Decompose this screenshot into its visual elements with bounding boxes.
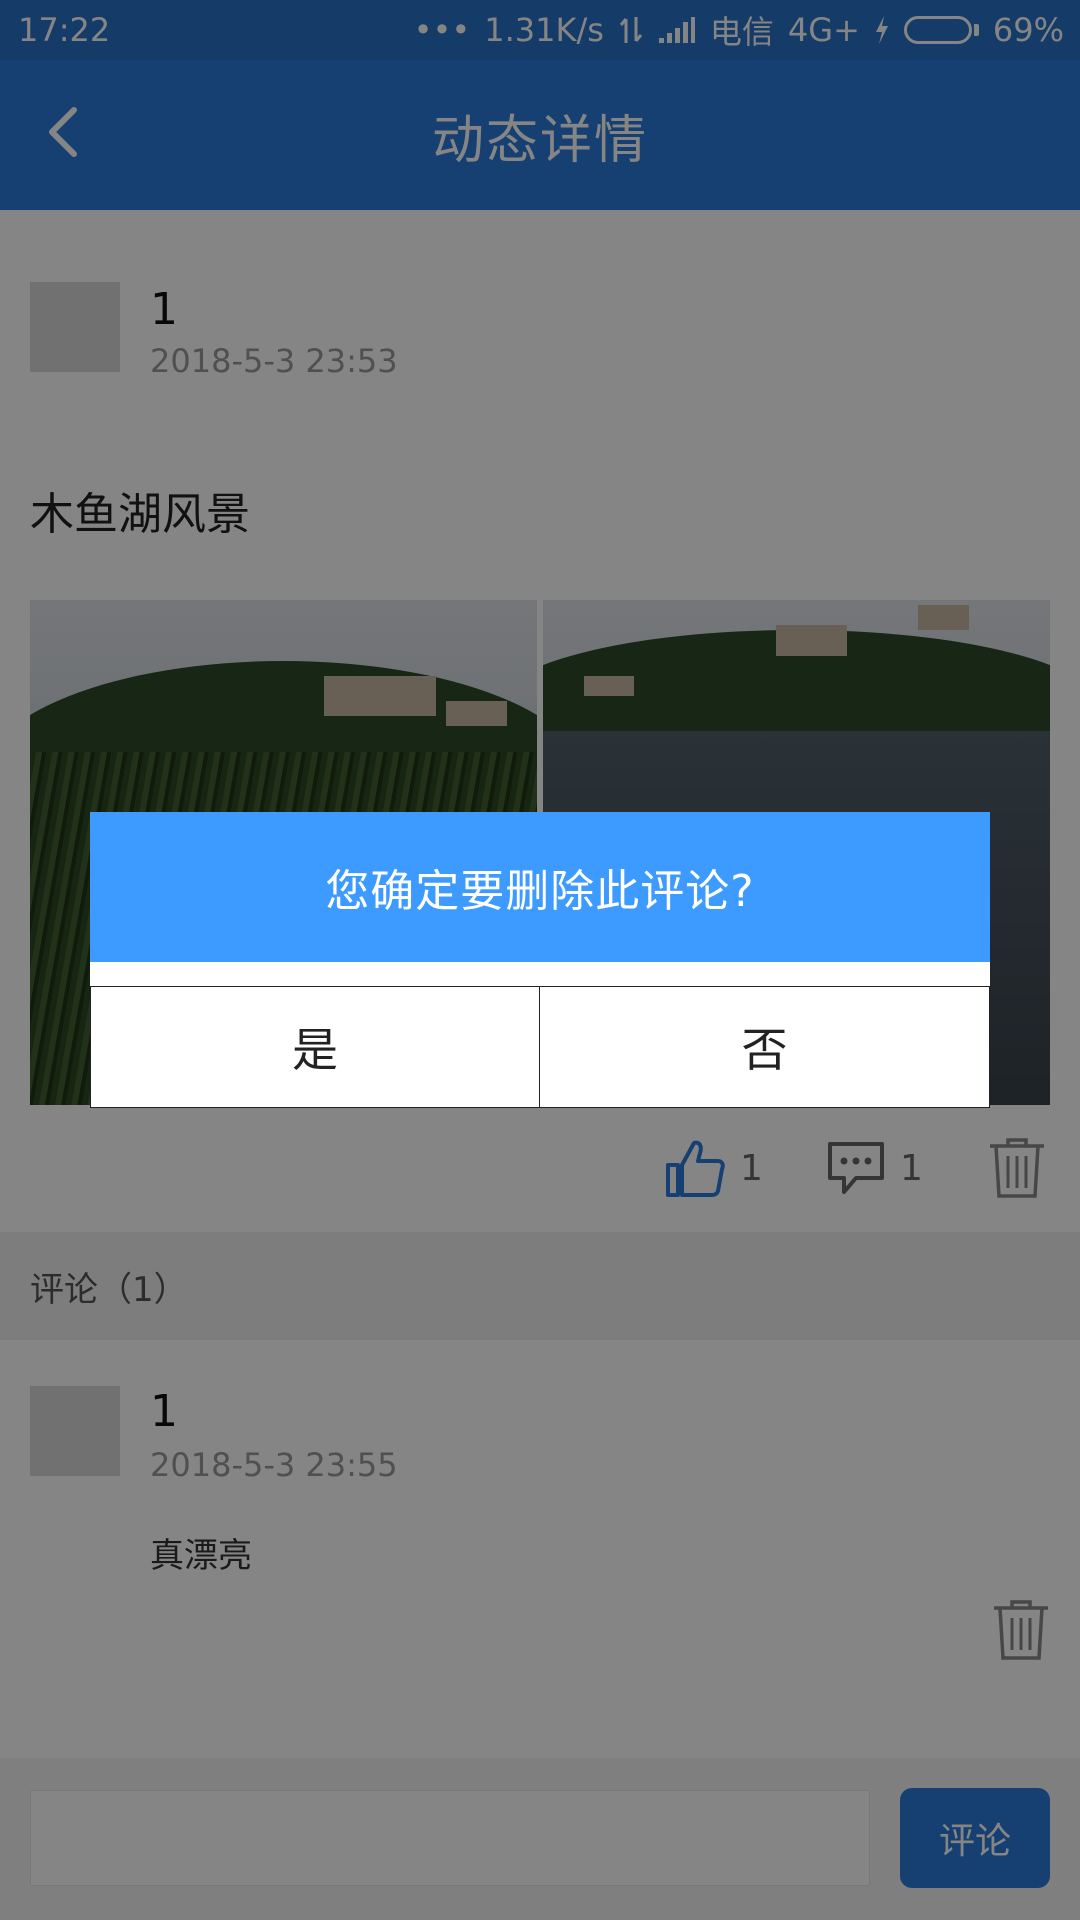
- confirm-dialog: 您确定要删除此评论? 是 否: [90, 812, 990, 1108]
- dialog-title: 您确定要删除此评论?: [90, 812, 990, 962]
- confirm-yes-button[interactable]: 是: [90, 986, 540, 1108]
- confirm-no-button[interactable]: 否: [539, 986, 990, 1108]
